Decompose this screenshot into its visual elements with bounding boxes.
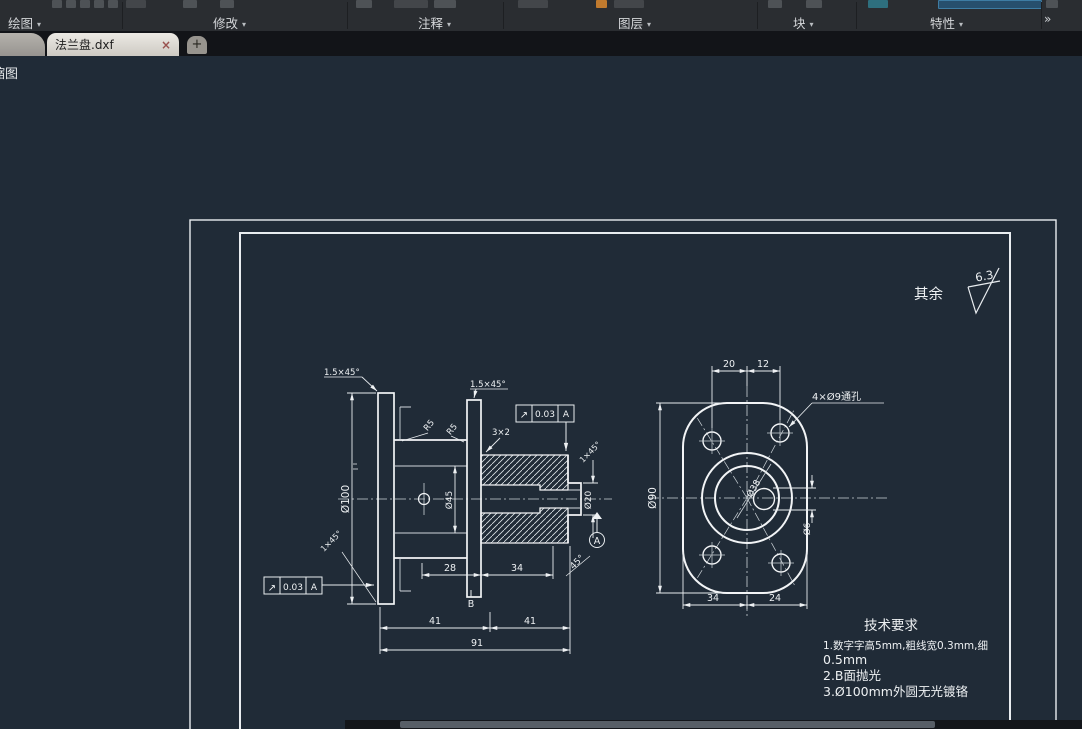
linear-dim: 20 [723, 359, 735, 370]
layer-color-swatch-icon[interactable] [596, 0, 607, 8]
toolbar-icon[interactable] [806, 0, 822, 8]
ribbon-toolbar: 绘图 ▾ 修改 ▾ 注释 ▾ 图层 ▾ 块 ▾ 特性 ▾ » [0, 0, 1082, 32]
chevron-down-icon: ▾ [959, 20, 964, 29]
groove-label: 3×2 [492, 428, 510, 438]
chevron-down-icon: ▾ [647, 20, 652, 29]
linear-dim: 41 [524, 616, 536, 627]
toolbar-icon[interactable] [356, 0, 372, 8]
datum-letter: A [594, 536, 601, 547]
sheet-drawing: 1.5×45° 1.5×45° R5 R5 3×2 1×45° 1×45° 45… [189, 219, 1057, 729]
surface-label-b: B [468, 599, 475, 610]
tab-close-icon[interactable]: × [161, 38, 171, 52]
toolbar-icon[interactable] [126, 0, 146, 8]
fillet-label: R5 [445, 422, 460, 437]
panel-label: 绘图 [8, 16, 34, 31]
panel-separator [122, 2, 123, 29]
diameter-dim: Ø6 [802, 522, 813, 535]
toolbar-icon[interactable] [183, 0, 197, 8]
linear-dim: 34 [707, 593, 719, 604]
chamfer-label: 1×45° [319, 529, 344, 554]
tab-active-document[interactable]: 法兰盘.dxf × [47, 33, 179, 56]
chevron-down-icon: ▾ [242, 20, 247, 29]
surface-roughness-note: 其余 6.3 [914, 268, 1001, 315]
ribbon-panel-modify[interactable]: 修改 ▾ [213, 13, 246, 32]
panel-label: 图层 [618, 16, 644, 31]
new-tab-button[interactable]: + [187, 36, 207, 54]
panel-separator [1041, 2, 1042, 29]
panel-separator [503, 2, 504, 29]
feature-control-frame-bottom [263, 576, 374, 595]
holes-callout: 4×Ø9通孔 [812, 391, 861, 403]
chevron-down-icon: ▾ [37, 20, 42, 29]
tech-line: 2.B面抛光 [823, 668, 881, 683]
ribbon-panel-properties[interactable]: 特性 ▾ [930, 13, 963, 32]
chevron-down-icon: ▾ [447, 20, 452, 29]
linear-dim: 12 [757, 359, 769, 370]
toolbar-icon[interactable] [220, 0, 234, 8]
technical-requirements: 技术要求 1.数字字高5mm,粗线宽0.3mm,细 0.5mm 2.B面抛光 3… [823, 618, 988, 699]
chevron-down-icon: ▾ [809, 20, 814, 29]
angle-label: 45° [568, 553, 586, 571]
runout-symbol-icon: ↗ [268, 583, 276, 594]
toolbar-icon[interactable] [434, 0, 456, 8]
chamfer-label: 1.5×45° [470, 380, 506, 390]
panel-separator [856, 2, 857, 29]
document-tab-bar: 法兰盘.dxf × + [0, 31, 1082, 56]
cad-application-window: 绘图▾ 修改▾ 注释▾ 图层▾ 块▾ 特性▾ » 法兰盘.dxf × + 缩图 [0, 0, 1082, 729]
toolbar-icon[interactable] [768, 0, 782, 8]
properties-dropdown[interactable] [938, 0, 1042, 9]
ribbon-panel-annotate[interactable]: 注释 ▾ [418, 13, 451, 32]
fcf-value: 0.03 [535, 410, 555, 420]
ribbon-panel-layers[interactable]: 图层 ▾ [618, 13, 651, 32]
toolbar-icon[interactable] [80, 0, 90, 8]
roughness-prefix: 其余 [914, 285, 943, 303]
diameter-dim: Ø45 [444, 491, 455, 510]
ribbon-panel-block[interactable]: 块 ▾ [793, 13, 814, 32]
horizontal-scrollbar[interactable] [345, 720, 1082, 729]
linear-dim: 91 [471, 638, 483, 649]
layer-dropdown-icon[interactable] [614, 0, 644, 8]
drawing-canvas[interactable]: 缩图 [0, 56, 1082, 729]
tech-line: 0.5mm [823, 652, 867, 667]
diameter-dim: Ø100 [340, 485, 352, 513]
fcf-datum: A [563, 410, 570, 420]
chamfer-label: 1.5×45° [324, 368, 360, 378]
runout-symbol-icon: ↗ [520, 410, 528, 421]
panel-label: 修改 [213, 16, 239, 31]
panel-label: 注释 [418, 16, 444, 31]
fcf-value: 0.03 [283, 583, 303, 593]
tech-line: 3.Ø100mm外圆无光镀铬 [823, 684, 968, 699]
toolbar-icon[interactable] [52, 0, 62, 8]
ribbon-overflow-button[interactable]: » [1044, 12, 1051, 26]
panel-label: 块 [793, 16, 806, 31]
ribbon-panel-draw[interactable]: 绘图 ▾ [8, 13, 41, 32]
linear-dim: 24 [769, 593, 781, 604]
panel-separator [757, 2, 758, 29]
tech-line: 1.数字字高5mm,粗线宽0.3mm,细 [823, 639, 988, 652]
diameter-dim: Ø90 [647, 487, 659, 509]
panel-label: 特性 [930, 16, 956, 31]
diameter-dim: Ø20 [583, 490, 594, 509]
chamfer-label: 1×45° [578, 440, 603, 465]
toolbar-icon[interactable] [108, 0, 118, 8]
tab-partial[interactable] [0, 33, 45, 56]
scrollbar-thumb[interactable] [400, 721, 935, 728]
toolbar-icon[interactable] [394, 0, 428, 8]
linear-dim: 28 [444, 563, 456, 574]
linear-dim: 34 [511, 563, 523, 574]
tech-title: 技术要求 [864, 618, 918, 634]
fcf-datum: A [311, 583, 318, 593]
fillet-label: R5 [422, 418, 437, 433]
toolbar-icon[interactable] [1046, 0, 1058, 8]
right-view [648, 386, 890, 616]
toolbar-icon[interactable] [66, 0, 76, 8]
tab-title: 法兰盘.dxf [55, 38, 114, 52]
linear-dim: 41 [429, 616, 441, 627]
toolbar-icon[interactable] [94, 0, 104, 8]
match-properties-icon[interactable] [868, 0, 888, 8]
canvas-corner-label: 缩图 [0, 67, 19, 82]
toolbar-icon[interactable] [518, 0, 548, 8]
panel-separator [347, 2, 348, 29]
